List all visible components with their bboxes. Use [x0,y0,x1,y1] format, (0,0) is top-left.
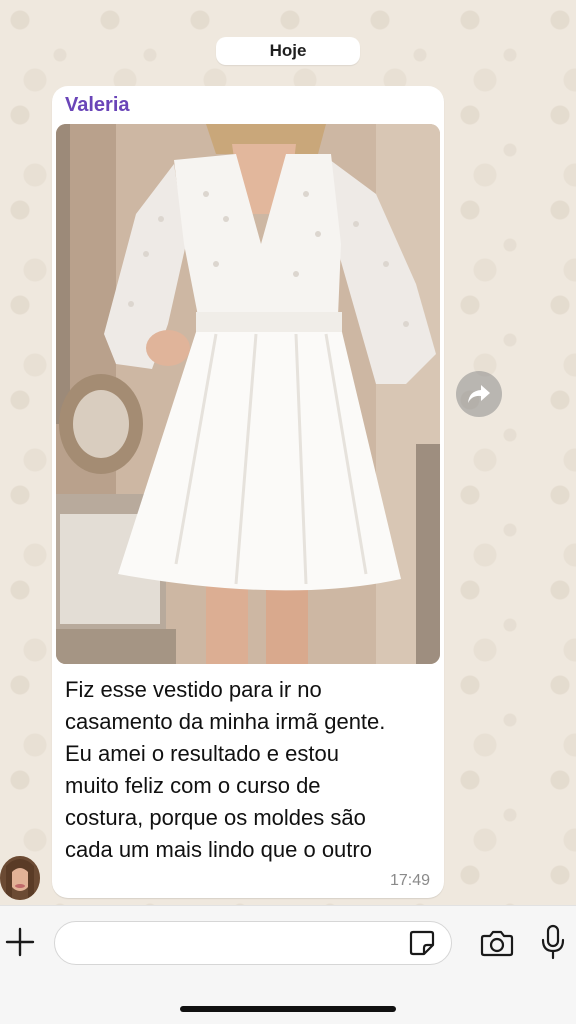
microphone-icon [541,924,565,960]
sender-avatar[interactable] [0,856,40,900]
avatar-image [0,856,40,900]
message-composer [0,905,576,1024]
sender-name[interactable]: Valeria [65,94,130,117]
message-photo[interactable] [56,124,440,664]
message-timestamp: 17:49 [389,872,430,889]
home-indicator [180,1006,396,1012]
message-input[interactable] [54,921,452,965]
forward-button[interactable] [456,371,502,417]
sticker-button[interactable] [408,929,436,957]
attach-button[interactable] [4,926,36,958]
message-bubble[interactable]: Valeria Fiz esse vestido para ir no casa… [52,86,444,898]
message-text[interactable]: Fiz esse vestido para ir no casamento da… [65,674,437,866]
camera-icon [480,930,514,957]
camera-button[interactable] [480,928,514,958]
plus-icon [5,927,35,957]
microphone-button[interactable] [540,924,566,960]
dress-photo-image [56,124,440,664]
date-separator: Hoje [216,37,360,65]
sticker-icon [409,930,435,956]
forward-arrow-icon [468,385,490,403]
